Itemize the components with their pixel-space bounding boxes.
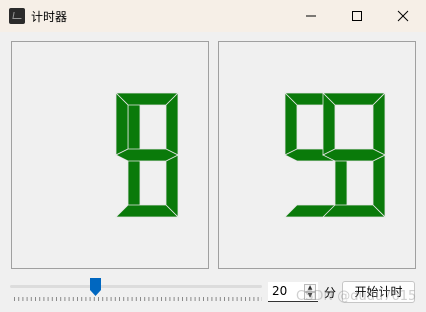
- seconds-display: [218, 41, 416, 269]
- minimize-icon: [306, 15, 316, 17]
- minutes-slider-track[interactable]: [10, 285, 262, 288]
- close-button[interactable]: [380, 0, 426, 32]
- close-icon: [397, 10, 409, 22]
- watermark: CSDN @dudu7615: [296, 289, 417, 304]
- minutes-display: [11, 41, 209, 269]
- title-bar: 计时器: [0, 0, 426, 32]
- slider-ticks: [14, 297, 262, 301]
- digit-9: [115, 92, 179, 218]
- seconds-digits: [284, 92, 386, 218]
- slider-handle[interactable]: [90, 278, 101, 296]
- minutes-digits: [115, 92, 179, 218]
- spinbox-value[interactable]: 20: [272, 284, 287, 298]
- segment-g: [322, 148, 386, 162]
- segment-g: [115, 148, 179, 162]
- window-title: 计时器: [31, 10, 68, 24]
- digit-9: [322, 92, 386, 218]
- minimize-button[interactable]: [288, 0, 334, 32]
- maximize-button[interactable]: [334, 0, 380, 32]
- maximize-icon: [352, 11, 362, 21]
- timer-app-icon: [9, 8, 25, 24]
